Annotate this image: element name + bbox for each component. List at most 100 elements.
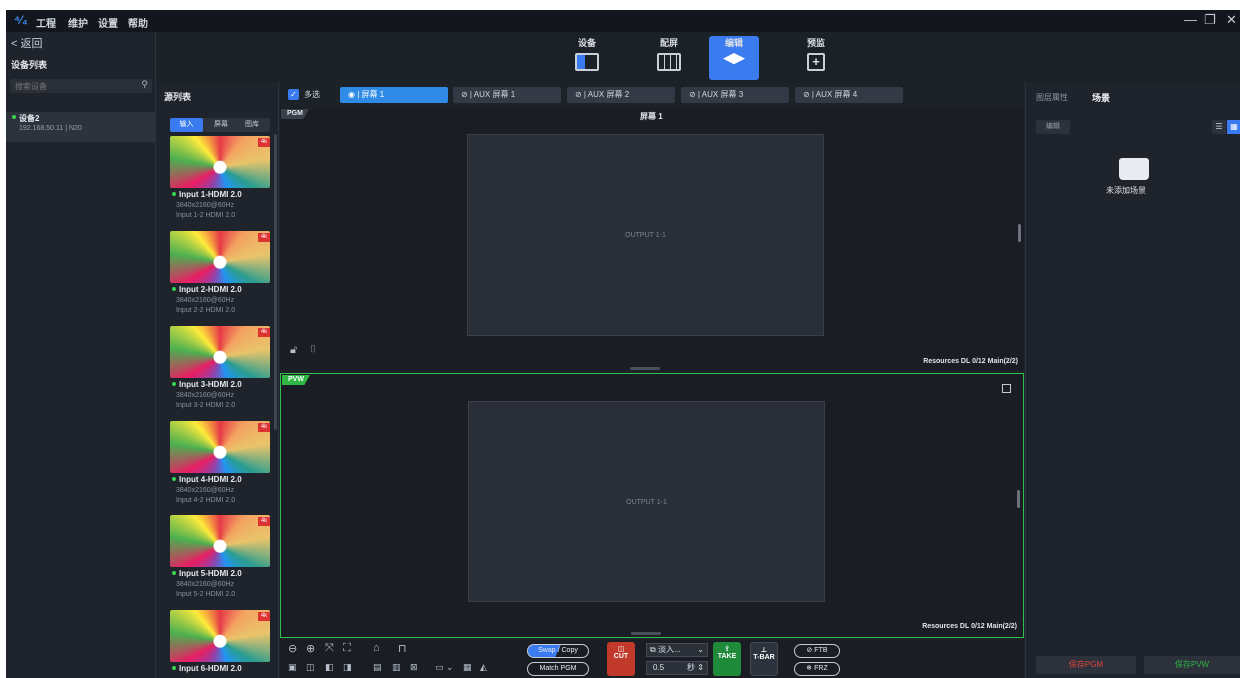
save-pvw-button[interactable]: 保存PVW: [1144, 656, 1240, 674]
eye-off-icon: ⊘: [575, 90, 582, 99]
pvw-resize-handle[interactable]: [631, 632, 661, 635]
layer-back-icon[interactable]: ◫: [306, 662, 315, 673]
layout-3-icon[interactable]: ⊠: [410, 662, 418, 673]
mode-device-button[interactable]: 设备: [562, 36, 612, 80]
swap-label[interactable]: Swap: [538, 647, 556, 654]
ftb-button[interactable]: ⊘ FTB: [794, 644, 840, 658]
source-port: Input 4-2 HDMI 2.0: [176, 497, 236, 504]
close-button[interactable]: ✕: [1226, 12, 1237, 28]
screen-grid-icon: [657, 53, 681, 71]
source-name: Input 5-HDMI 2.0: [179, 569, 242, 578]
save-pgm-button[interactable]: 保存PGM: [1036, 656, 1136, 674]
copy-label[interactable]: Copy: [562, 647, 578, 654]
ftb-icon: ⊘: [806, 647, 813, 654]
layers-icon: [723, 53, 745, 65]
minimize-button[interactable]: —: [1184, 12, 1197, 27]
expand-icon[interactable]: [1002, 384, 1011, 393]
source-card[interactable]: 4k Input 5-HDMI 2.0 3840x2160@60Hz Input 5-…: [170, 515, 270, 605]
lock-icon[interactable]: 🔓︎: [290, 344, 297, 357]
tab-scenes[interactable]: 场景: [1092, 91, 1110, 104]
search-input[interactable]: [10, 79, 130, 93]
online-status-dot: [172, 287, 176, 291]
mode-edit-button[interactable]: 编辑: [709, 36, 759, 80]
source-card[interactable]: 4k Input 4-HDMI 2.0 3840x2160@60Hz Input 4-…: [170, 421, 270, 511]
pvw-panel[interactable]: PVW OUTPUT 1-1 Resources DL 0/12 Main(2/…: [280, 373, 1024, 638]
tab-screen-1[interactable]: ◉ | 屏幕 1: [340, 87, 448, 103]
duration-value[interactable]: 0.5: [653, 663, 664, 672]
cut-label: CUT: [613, 653, 629, 660]
tab-input[interactable]: 输入: [170, 118, 203, 132]
home-icon[interactable]: ⌂: [373, 642, 380, 654]
tab-aux-screen-2[interactable]: ⊘ | AUX 屏幕 2: [567, 87, 675, 103]
tab-aux-screen-4[interactable]: ⊘ | AUX 屏幕 4: [795, 87, 903, 103]
unlock-icon[interactable]: ⊓: [398, 642, 407, 655]
source-card[interactable]: 4k Input 1-HDMI 2.0 3840x2160@60Hz Input 1-…: [170, 136, 270, 226]
grid-view-icon[interactable]: ▦: [1227, 120, 1240, 134]
tbar-button[interactable]: ⊥ T-BAR: [750, 642, 778, 676]
layer-up-icon[interactable]: ◧: [325, 662, 334, 673]
source-resolution: 3840x2160@60Hz: [176, 297, 235, 304]
frz-label: FRZ: [814, 665, 828, 672]
match-pgm-button[interactable]: Match PGM: [527, 662, 589, 676]
mode-label: 预监: [806, 38, 825, 48]
eye-off-icon: ⊘: [803, 90, 810, 99]
source-card[interactable]: 4k Input 3-HDMI 2.0 3840x2160@60Hz Input 3-…: [170, 326, 270, 416]
device-item[interactable]: 设备2 192.168.50.11 | N20: [6, 112, 156, 142]
take-button[interactable]: ⇪ TAKE: [713, 642, 741, 676]
source-thumbnail: 4k: [170, 515, 270, 567]
pgm-panel[interactable]: PGM 屏幕 1 OUTPUT 1-1 🔓︎ ⌷ Resources DL 0/…: [280, 108, 1024, 370]
pgm-screen-title: 屏幕 1: [640, 112, 663, 121]
list-view-icon[interactable]: ☰: [1212, 120, 1226, 134]
transition-effect-select[interactable]: ⧉ 淡入... ⌄: [646, 643, 708, 657]
camera-icon[interactable]: ⌷: [310, 344, 316, 355]
screen-tab-label: AUX 屏幕 2: [587, 90, 630, 99]
layout-1-icon[interactable]: ▤: [373, 662, 382, 673]
menu-maintain[interactable]: 维护: [68, 15, 88, 30]
menu-project[interactable]: 工程: [36, 15, 56, 30]
menu-settings[interactable]: 设置: [98, 15, 118, 30]
source-resolution: 3840x2160@60Hz: [176, 392, 235, 399]
frz-button[interactable]: ❄ FRZ: [794, 662, 840, 676]
layer-front-icon[interactable]: ▣: [288, 662, 297, 673]
zoom-out-icon[interactable]: ⊖: [288, 642, 297, 655]
search-icon[interactable]: ⚲: [141, 79, 148, 90]
pgm-resize-handle[interactable]: [630, 367, 660, 370]
swap-copy-toggle[interactable]: Swap / Copy: [527, 644, 589, 658]
source-list-title: 源列表: [164, 92, 192, 102]
tab-aux-screen-3[interactable]: ⊘ | AUX 屏幕 3: [681, 87, 789, 103]
fullscreen-icon[interactable]: ⛶: [343, 642, 351, 655]
source-scrollbar[interactable]: [274, 134, 277, 430]
multi-select-checkbox[interactable]: ✓: [288, 89, 299, 100]
pgm-scrollbar[interactable]: [1018, 224, 1021, 242]
tab-gallery[interactable]: 图库: [237, 118, 267, 132]
pvw-scrollbar[interactable]: [1017, 490, 1020, 508]
layout-2-icon[interactable]: ▥: [392, 662, 401, 673]
menu-help[interactable]: 帮助: [128, 15, 148, 30]
cut-button[interactable]: ◫ CUT: [607, 642, 635, 676]
tab-aux-screen-1[interactable]: ⊘ | AUX 屏幕 1: [453, 87, 561, 103]
restore-button[interactable]: ❐: [1204, 12, 1216, 28]
duration-stepper[interactable]: 0.5 秒 ⇕: [646, 661, 708, 675]
source-thumbnail: 4k: [170, 231, 270, 283]
pgm-output-box[interactable]: OUTPUT 1-1: [467, 134, 824, 336]
edit-scenes-button[interactable]: 编辑: [1036, 120, 1070, 134]
source-name: Input 2-HDMI 2.0: [179, 285, 242, 294]
source-card[interactable]: 4k Input 6-HDMI 2.0: [170, 610, 270, 676]
layer-down-icon[interactable]: ◨: [343, 662, 352, 673]
window-dropdown-icon[interactable]: ▭ ⌄: [435, 662, 454, 673]
mode-screen-config-button[interactable]: 配屏: [644, 36, 694, 80]
mode-preview-button[interactable]: 预监 +: [791, 36, 841, 80]
zoom-in-icon[interactable]: ⊕: [306, 642, 315, 655]
fit-icon[interactable]: ⤧: [325, 642, 334, 655]
tab-layer-properties[interactable]: 图层属性: [1036, 92, 1068, 103]
flip-icon[interactable]: ◭: [480, 662, 487, 673]
back-button[interactable]: < 返回: [11, 35, 42, 51]
tab-screen[interactable]: 屏幕: [206, 118, 236, 132]
align-icon[interactable]: ▦: [463, 662, 472, 673]
source-card[interactable]: 4k Input 2-HDMI 2.0 3840x2160@60Hz Input 2-…: [170, 231, 270, 321]
stepper-arrows-icon[interactable]: ⇕: [697, 662, 704, 674]
pvw-output-box[interactable]: OUTPUT 1-1: [468, 401, 825, 602]
online-status-dot: [172, 571, 176, 575]
search-box[interactable]: ⚲: [10, 79, 152, 93]
device-icon: [575, 53, 599, 71]
